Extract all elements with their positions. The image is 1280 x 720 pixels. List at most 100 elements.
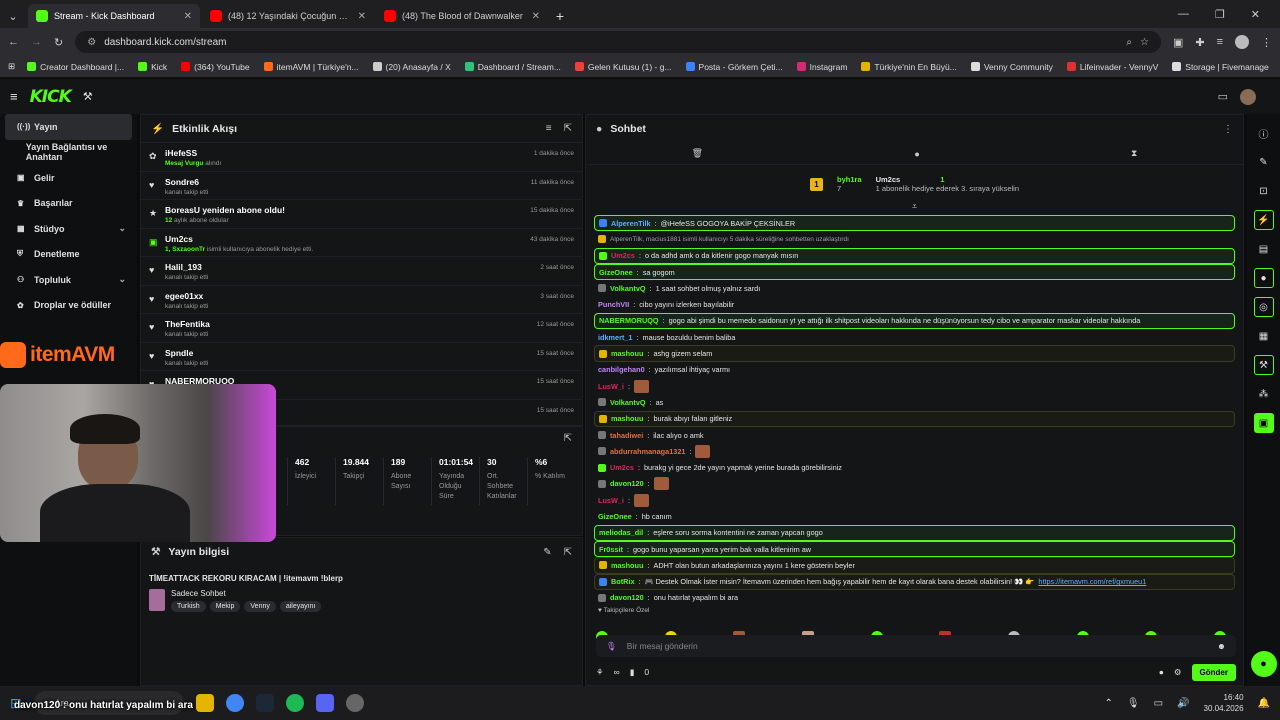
discord-icon[interactable] (315, 694, 334, 712)
close-window-icon[interactable]: ✕ (1251, 8, 1260, 21)
chat-username[interactable]: davon120 (610, 593, 644, 602)
bolt-icon[interactable]: ⚡ (1253, 210, 1274, 230)
chat-input[interactable]: 🎙 Bir mesaj gönderin ☻ (596, 635, 1236, 657)
zoom-icon[interactable]: ⌕ (1126, 37, 1132, 48)
filter-icon[interactable]: ≡ (546, 123, 552, 134)
bot-icon[interactable]: ▣ (1253, 413, 1274, 433)
extensions-puzzle-icon[interactable]: ✚ (1195, 36, 1204, 49)
tools-icon[interactable]: ⚒ (1253, 355, 1274, 375)
minimize-icon[interactable]: — (1178, 8, 1189, 20)
new-tab-button[interactable]: + (548, 4, 572, 28)
creator-tools-icon[interactable]: ⚒ (83, 90, 93, 103)
tab-search-icon[interactable]: ⌄ (0, 4, 26, 28)
notes-icon[interactable]: ▤ (1254, 239, 1274, 259)
chat-username[interactable]: mashouu (611, 561, 643, 570)
chat-username[interactable]: GizeOnee (599, 268, 633, 277)
chat-username[interactable]: meliodas_dil (599, 528, 643, 537)
info-icon[interactable]: ⓘ (1254, 123, 1274, 143)
chat-username[interactable]: tahadiwei (610, 431, 643, 440)
notification-bell-icon[interactable]: 🔔 (1258, 698, 1270, 709)
bookmark-item[interactable]: Dashboard / Stream... (464, 62, 561, 72)
browser-tab[interactable]: (48) The Blood of Dawnwalker ✕ (376, 4, 548, 28)
stream-manager-icon[interactable]: ▭ (1218, 90, 1228, 103)
tab-close-icon[interactable]: ✕ (184, 11, 192, 22)
chat-username[interactable]: NABERMORUQQ (599, 316, 659, 325)
chat-username[interactable]: Um2cs (610, 463, 634, 472)
collapse-icon[interactable]: ⩡ (586, 202, 1243, 211)
forward-icon[interactable]: → (31, 36, 42, 48)
points-icon[interactable]: ⚘ (596, 667, 604, 678)
tray-chevron-icon[interactable]: ⌃ (1105, 698, 1113, 709)
sidebar-item[interactable]: ((·)) Yayın (5, 114, 132, 140)
bookmark-item[interactable]: (364) YouTube (181, 62, 250, 72)
wallet-icon[interactable]: ▮ (630, 667, 635, 678)
file-explorer-icon[interactable] (195, 694, 214, 712)
chat-users-icon[interactable]: ● (1159, 667, 1164, 677)
pencil-icon[interactable]: ✎ (1254, 152, 1274, 172)
nodes-icon[interactable]: ⁂ (1254, 384, 1274, 404)
menu-icon[interactable]: ⋮ (1261, 36, 1272, 49)
chat-username[interactable]: Fr0ssit (599, 545, 623, 554)
obs-icon[interactable] (345, 694, 364, 712)
chevron-down-icon[interactable]: ⌄ (118, 274, 126, 285)
tag-chip[interactable]: aileyayını (279, 601, 322, 612)
reload-icon[interactable]: ↻ (54, 36, 63, 49)
media-icon[interactable]: ≡ (1217, 36, 1223, 48)
extension-icon[interactable]: ▣ (1173, 36, 1183, 49)
tag-chip[interactable]: Mekip (209, 601, 241, 612)
back-icon[interactable]: ← (8, 36, 19, 48)
browser-tab[interactable]: (48) 12 Yaşındaki Çocuğun Yazı ✕ (202, 4, 374, 28)
send-button[interactable]: Gönder (1191, 663, 1236, 681)
tray-network-icon[interactable]: ▭ (1154, 698, 1163, 709)
sidebar-item[interactable]: Yayın Bağlantısı ve Anahtarı (5, 140, 132, 166)
hamburger-icon[interactable]: ≡ (10, 89, 18, 104)
chat-link[interactable]: https://itemavm.com/ref/gxmueu1 (1038, 577, 1146, 586)
profile-avatar[interactable] (1235, 35, 1249, 49)
bookmark-item[interactable]: Lifeinvader - VennyV (1066, 62, 1158, 72)
user-avatar[interactable] (1240, 88, 1256, 105)
bookmark-item[interactable]: Creator Dashboard |... (27, 62, 124, 72)
bookmark-item[interactable]: Kick (138, 62, 167, 72)
chat-username[interactable]: davon120 (610, 479, 644, 488)
info-popout-icon[interactable]: ⇱ (564, 547, 572, 558)
chat-username[interactable]: LusW_i (598, 496, 624, 505)
chat-username[interactable]: idkmert_1 (598, 333, 632, 342)
chat-more-icon[interactable]: ⋮ (1223, 124, 1233, 135)
bookmark-star-icon[interactable]: ☆ (1140, 37, 1149, 48)
edit-icon[interactable]: ✎ (543, 547, 551, 558)
maximize-icon[interactable]: ❐ (1215, 8, 1225, 21)
chat-username[interactable]: mashouu (611, 414, 643, 423)
chat-username[interactable]: canbilgehan0 (598, 365, 645, 374)
chat-username[interactable]: mashouu (611, 349, 643, 358)
chrome-icon[interactable] (225, 694, 244, 712)
tag-chip[interactable]: Venny (244, 601, 276, 612)
clip-icon[interactable]: ⊡ (1254, 181, 1274, 201)
chat-username[interactable]: VolkantvQ (610, 398, 646, 407)
video-icon[interactable]: ▦ (1254, 326, 1274, 346)
mic-icon[interactable]: 🎙 (606, 641, 617, 652)
chat-settings-icon[interactable]: ● (914, 149, 919, 159)
chat-username[interactable]: AlperenTilk (611, 219, 651, 228)
chevron-down-icon[interactable]: ⌄ (118, 223, 126, 234)
bookmark-item[interactable]: Storage | Fivemanage (1172, 62, 1269, 72)
help-chat-icon[interactable]: ● (1250, 651, 1277, 677)
bookmark-item[interactable]: Venny Community (970, 62, 1053, 72)
popout-icon[interactable]: ⇱ (564, 123, 572, 134)
chat-username[interactable]: LusW_i (598, 382, 624, 391)
signal-icon[interactable]: ◎ (1253, 297, 1274, 317)
gear-icon[interactable]: ⚙ (1174, 667, 1182, 678)
tray-mic-icon[interactable]: 🎙 (1127, 698, 1140, 709)
chat-popout-icon[interactable]: ● (1253, 268, 1274, 288)
address-bar[interactable]: ⚙ dashboard.kick.com/stream ⌕ ☆ (75, 31, 1161, 53)
stats-popout-icon[interactable]: ⇱ (564, 433, 572, 444)
bookmark-item[interactable]: itemAVM | Türkiye'n... (263, 62, 359, 72)
chat-username[interactable]: GizeOnee (598, 512, 632, 521)
sidebar-item[interactable]: ▣ Gelir (5, 165, 132, 191)
hourglass-icon[interactable]: ⧗ (1131, 148, 1137, 159)
sidebar-item[interactable]: ⛨ Denetleme (5, 242, 132, 268)
sidebar-item[interactable]: ♛ Başarılar (5, 191, 132, 217)
chat-username[interactable]: Um2cs (611, 251, 635, 260)
tab-close-icon[interactable]: ✕ (532, 11, 540, 22)
sidebar-item[interactable]: ⚇ Topluluk ⌄ (5, 267, 132, 293)
sidebar-item[interactable]: ▦ Stüdyo ⌄ (5, 216, 132, 242)
